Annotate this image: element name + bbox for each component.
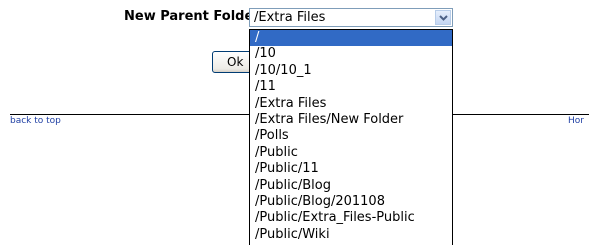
dropdown-option[interactable]: /Extra Files/New Folder xyxy=(250,112,452,128)
dropdown-option[interactable]: /Polls xyxy=(250,128,452,144)
dropdown-option[interactable]: /Public/Blog xyxy=(250,178,452,194)
parent-folder-select-value: /Extra Files xyxy=(254,10,326,25)
dropdown-option[interactable]: /Public/Wiki xyxy=(250,227,452,243)
dropdown-option[interactable]: / xyxy=(250,30,452,47)
dropdown-option[interactable]: /Public xyxy=(250,145,452,161)
folder-dropdown-list[interactable]: //10/10/10_1/11/Extra Files/Extra Files/… xyxy=(249,29,453,245)
parent-folder-label: New Parent Folder: xyxy=(124,9,265,24)
dropdown-option[interactable]: /10 xyxy=(250,46,452,62)
parent-folder-select[interactable]: /Extra Files xyxy=(249,8,453,27)
dropdown-arrow-button[interactable] xyxy=(435,10,451,25)
dropdown-option[interactable]: /10/10_1 xyxy=(250,63,452,79)
dropdown-option[interactable]: /Public/Extra_Files-Public xyxy=(250,210,452,226)
dropdown-option[interactable]: /Extra Files xyxy=(250,96,452,112)
back-to-top-link[interactable]: back to top xyxy=(10,116,61,126)
dropdown-option[interactable]: /Public/Blog/201108 xyxy=(250,194,452,210)
chevron-down-icon xyxy=(439,15,448,21)
dropdown-option[interactable]: /11 xyxy=(250,79,452,95)
dropdown-option[interactable]: /Public/11 xyxy=(250,161,452,177)
home-link[interactable]: Hor xyxy=(568,116,584,126)
